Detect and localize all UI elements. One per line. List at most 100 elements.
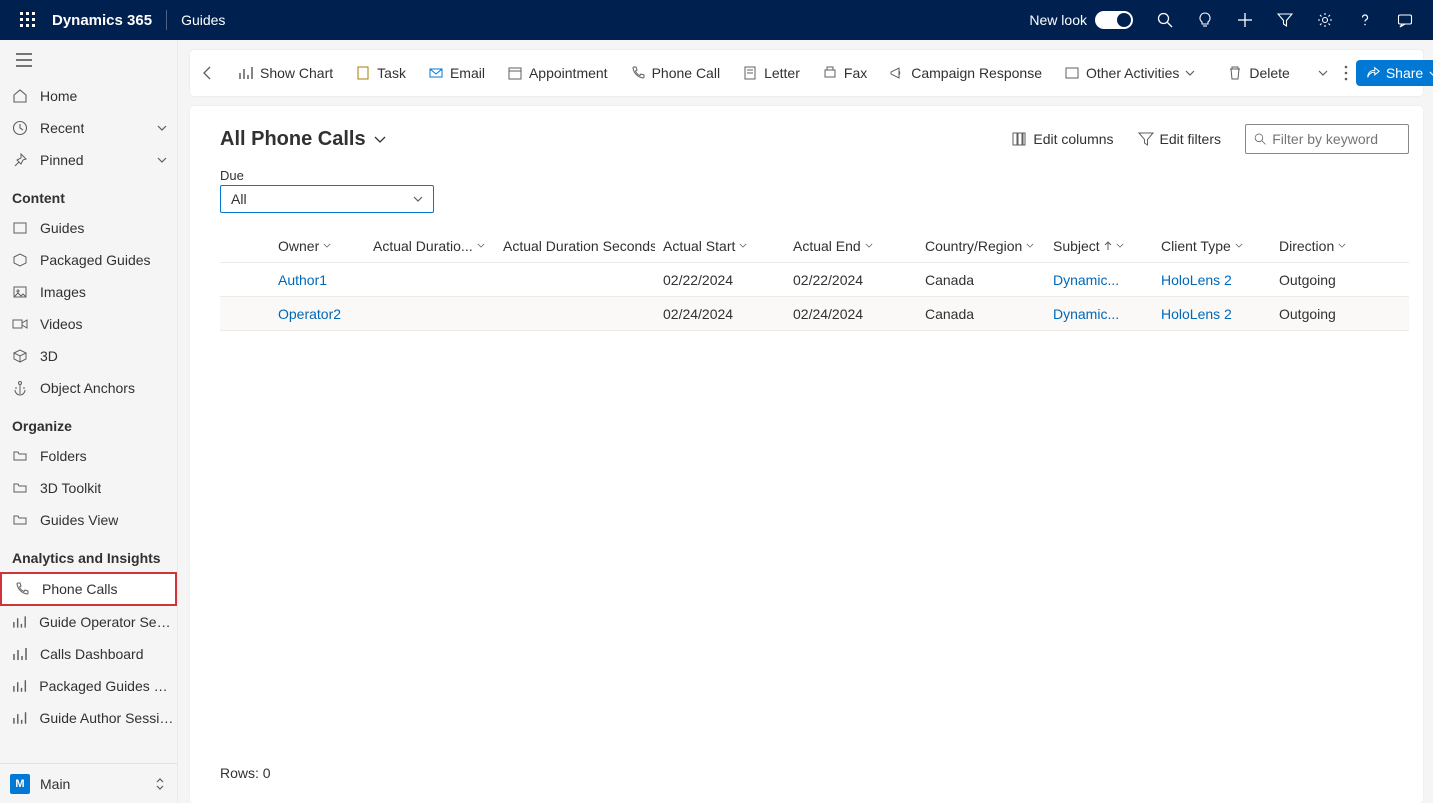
cell-end: 02/22/2024	[785, 272, 917, 288]
new-look-label: New look	[1029, 12, 1087, 28]
hamburger-icon[interactable]	[0, 40, 177, 80]
guides-icon	[12, 220, 28, 236]
cell-subject[interactable]: Dynamic...	[1045, 272, 1153, 288]
rows-footer: Rows: 0	[220, 753, 1409, 793]
filter-search[interactable]	[1245, 124, 1409, 154]
delete-button[interactable]: Delete	[1217, 59, 1299, 87]
overflow-button[interactable]	[1338, 59, 1354, 87]
nav-3d-toolkit[interactable]: 3D Toolkit	[0, 472, 177, 504]
other-activities-button[interactable]: Other Activities	[1054, 59, 1205, 87]
assistant-icon[interactable]	[1385, 0, 1425, 40]
cell-subject[interactable]: Dynamic...	[1045, 306, 1153, 322]
data-grid: Owner Actual Duratio... Actual Duration …	[220, 229, 1409, 753]
nav-guides[interactable]: Guides	[0, 212, 177, 244]
nav-guide-operator-sessions[interactable]: Guide Operator Sessi...	[0, 606, 177, 638]
phone-icon	[14, 581, 30, 597]
edit-columns-button[interactable]: Edit columns	[1011, 131, 1113, 147]
campaign-response-button[interactable]: Campaign Response	[879, 59, 1052, 87]
more-vertical-icon	[1344, 65, 1348, 81]
columns-icon	[1011, 131, 1027, 147]
show-chart-button[interactable]: Show Chart	[228, 59, 343, 87]
cell-client[interactable]: HoloLens 2	[1153, 306, 1271, 322]
col-direction[interactable]: Direction	[1271, 238, 1381, 254]
nav-folders[interactable]: Folders	[0, 440, 177, 472]
anchor-icon	[12, 380, 28, 396]
nav-phone-calls[interactable]: Phone Calls	[0, 572, 177, 606]
chart-icon	[12, 678, 27, 694]
col-actual-duration-seconds[interactable]: Actual Duration Seconds	[495, 238, 655, 254]
share-button[interactable]: Share	[1356, 60, 1433, 86]
header-divider	[166, 10, 167, 30]
search-icon[interactable]	[1145, 0, 1185, 40]
chevron-down-icon	[413, 196, 423, 202]
fax-button[interactable]: Fax	[812, 59, 877, 87]
task-button[interactable]: Task	[345, 59, 416, 87]
nav-recent[interactable]: Recent	[0, 112, 177, 144]
app-launcher-icon[interactable]	[8, 0, 48, 40]
sidebar: Home Recent Pinned Content Guides Packag…	[0, 40, 178, 803]
add-icon[interactable]	[1225, 0, 1265, 40]
new-look-toggle[interactable]: New look	[1029, 11, 1133, 29]
phone-call-button[interactable]: Phone Call	[620, 59, 731, 87]
col-client-type[interactable]: Client Type	[1153, 238, 1271, 254]
nav-packaged-guides[interactable]: Packaged Guides	[0, 244, 177, 276]
clock-icon	[12, 120, 28, 136]
nav-guide-author-sessions[interactable]: Guide Author Sessions	[0, 702, 177, 734]
cell-country: Canada	[917, 306, 1045, 322]
back-button[interactable]	[200, 58, 216, 88]
lightbulb-icon[interactable]	[1185, 0, 1225, 40]
chevron-down-icon	[1185, 70, 1195, 76]
folder-icon	[12, 480, 28, 496]
nav-pinned[interactable]: Pinned	[0, 144, 177, 176]
col-actual-start[interactable]: Actual Start	[655, 238, 785, 254]
col-subject[interactable]: Subject	[1045, 238, 1153, 254]
nav-guides-view[interactable]: Guides View	[0, 504, 177, 536]
nav-recent-label: Recent	[40, 120, 84, 136]
app-name-label: Guides	[181, 12, 225, 28]
nav-3d[interactable]: 3D	[0, 340, 177, 372]
nav-images[interactable]: Images	[0, 276, 177, 308]
view-title[interactable]: All Phone Calls	[220, 128, 386, 151]
col-actual-duration[interactable]: Actual Duratio...	[365, 238, 495, 254]
letter-button[interactable]: Letter	[732, 59, 810, 87]
toggle-icon[interactable]	[1095, 11, 1133, 29]
home-icon	[12, 88, 28, 104]
filter-input[interactable]	[1272, 131, 1400, 147]
nav-calls-dashboard[interactable]: Calls Dashboard	[0, 638, 177, 670]
updown-icon[interactable]	[155, 777, 165, 791]
more-chevron[interactable]	[1312, 64, 1334, 82]
cell-start: 02/24/2024	[655, 306, 785, 322]
edit-filters-button[interactable]: Edit filters	[1138, 131, 1221, 147]
cell-direction: Outgoing	[1271, 272, 1381, 288]
cell-owner[interactable]: Author1	[270, 272, 365, 288]
phone-icon	[630, 65, 646, 81]
nav-videos[interactable]: Videos	[0, 308, 177, 340]
due-label: Due	[220, 168, 1409, 183]
email-button[interactable]: Email	[418, 59, 495, 87]
chart-icon	[12, 614, 27, 630]
due-select[interactable]: All	[220, 185, 434, 213]
sidebar-footer[interactable]: M Main	[0, 763, 177, 803]
col-actual-end[interactable]: Actual End	[785, 238, 917, 254]
folder-icon	[12, 448, 28, 464]
cell-start: 02/22/2024	[655, 272, 785, 288]
nav-home[interactable]: Home	[0, 80, 177, 112]
fax-icon	[822, 65, 838, 81]
gear-icon[interactable]	[1305, 0, 1345, 40]
table-row[interactable]: Operator2 02/24/2024 02/24/2024 Canada D…	[220, 297, 1409, 331]
col-owner[interactable]: Owner	[270, 238, 365, 254]
nav-packaged-guides-op[interactable]: Packaged Guides Op...	[0, 670, 177, 702]
share-icon	[1366, 66, 1380, 80]
calendar-icon	[507, 65, 523, 81]
cell-client[interactable]: HoloLens 2	[1153, 272, 1271, 288]
appointment-button[interactable]: Appointment	[497, 59, 618, 87]
table-row[interactable]: Author1 02/22/2024 02/22/2024 Canada Dyn…	[220, 263, 1409, 297]
help-icon[interactable]	[1345, 0, 1385, 40]
cell-owner[interactable]: Operator2	[270, 306, 365, 322]
col-country[interactable]: Country/Region	[917, 238, 1045, 254]
sort-asc-icon	[1104, 241, 1112, 251]
search-icon	[1254, 132, 1266, 146]
section-content: Content	[0, 176, 177, 212]
nav-object-anchors[interactable]: Object Anchors	[0, 372, 177, 404]
filter-icon[interactable]	[1265, 0, 1305, 40]
